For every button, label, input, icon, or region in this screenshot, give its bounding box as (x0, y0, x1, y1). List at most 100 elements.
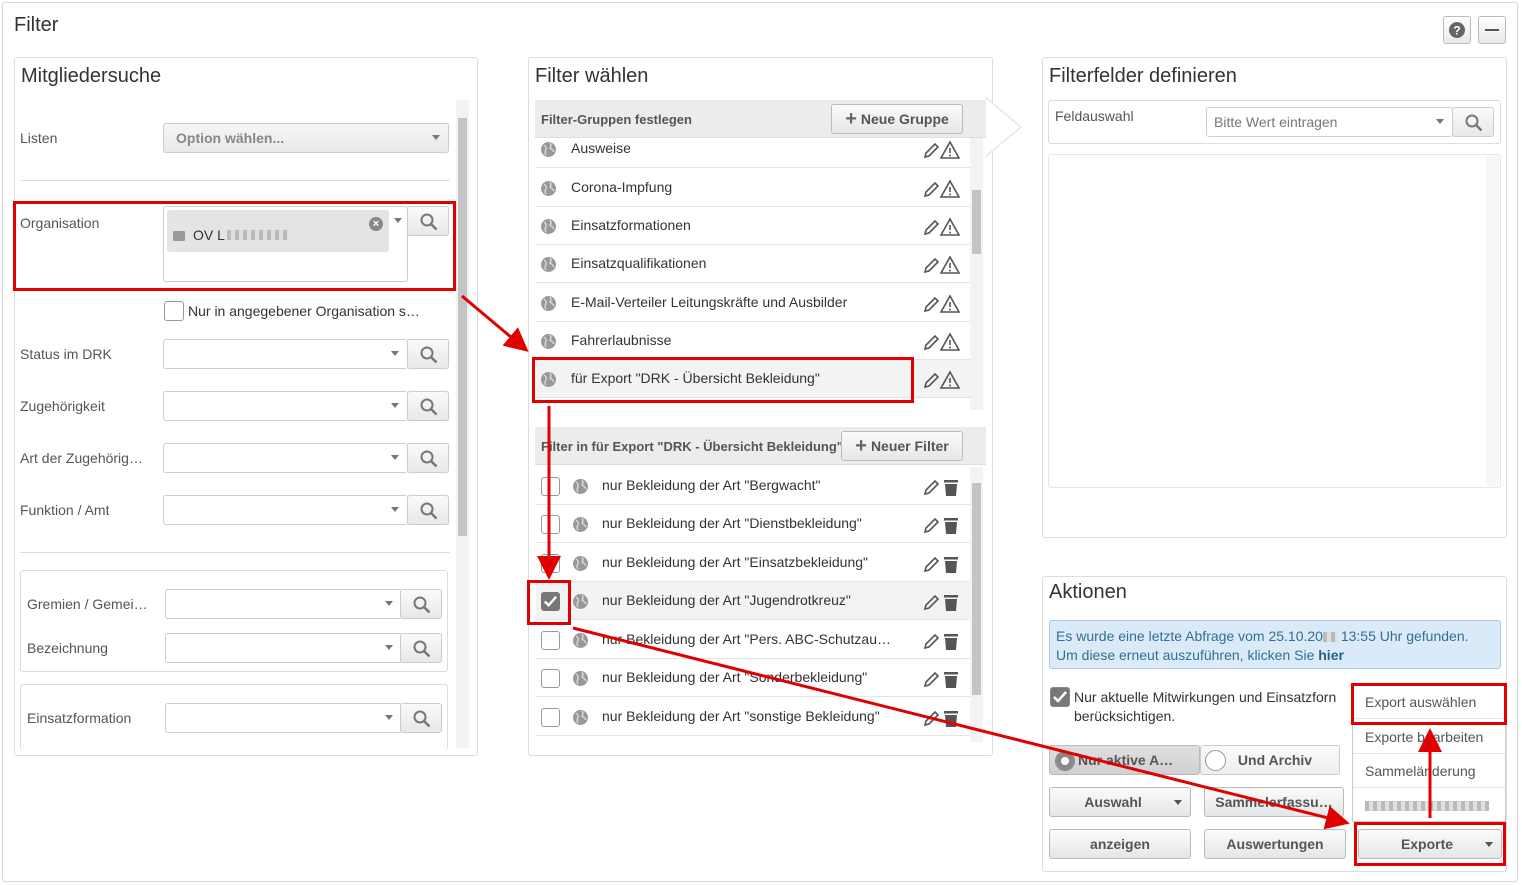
info-text: Es wurde eine letzte Abfrage vom 25.10.2… (1056, 628, 1323, 644)
filter-label: nur Bekleidung der Art "Dienstbekleidung… (602, 515, 862, 531)
auswahl-label: Auswahl (1084, 794, 1142, 810)
filter-item[interactable]: nur Bekleidung der Art "sonstige Bekleid… (536, 698, 970, 736)
filter-group-item[interactable]: Einsatzformationen (536, 207, 970, 245)
chevron-down-icon (391, 507, 399, 512)
feldauswahl-select[interactable]: Bitte Wert eintragen (1206, 107, 1453, 137)
anzeigen-button[interactable]: anzeigen (1049, 829, 1191, 859)
filter-group-label: Ausweise (571, 140, 631, 156)
new-filter-button[interactable]: + Neuer Filter (841, 431, 963, 461)
gremien-label: Gremien / Gemei… (27, 596, 148, 612)
globe-icon (540, 256, 557, 276)
filter-label: nur Bekleidung der Art "Jugendrotkreuz" (602, 592, 851, 608)
search-icon (420, 502, 438, 520)
minimize-icon (1485, 29, 1499, 31)
filter-group-item[interactable]: Fahrerlaubnisse (536, 322, 970, 360)
groups-scrollbar[interactable] (970, 138, 983, 410)
feldauswahl-search-button[interactable] (1452, 107, 1494, 137)
sammelerfassung-button[interactable]: Sammelerfassu… (1204, 787, 1344, 817)
filter-group-item[interactable]: Corona-Impfung (536, 169, 970, 207)
edit-delete-icons[interactable] (922, 515, 960, 538)
chevron-down-icon (1174, 800, 1182, 805)
globe-icon (572, 670, 589, 690)
edit-delete-icons[interactable] (922, 592, 960, 615)
new-group-button[interactable]: + Neue Gruppe (831, 104, 963, 134)
funktion-label: Funktion / Amt (20, 502, 110, 518)
redacted-text (1322, 632, 1337, 643)
filters-scrollbar[interactable] (970, 467, 983, 742)
filter-checkbox[interactable] (541, 669, 560, 688)
groups-header-label: Filter-Gruppen festlegen (541, 112, 692, 127)
filter-item[interactable]: nur Bekleidung der Art "Einsatzbekleidun… (536, 544, 970, 582)
filter-group-item[interactable]: E-Mail-Verteiler Leitungskräfte und Ausb… (536, 284, 970, 322)
window-title: Filter (14, 14, 59, 36)
bezeichnung-search-button[interactable] (400, 633, 442, 663)
radio-archiv[interactable]: Und Archiv (1200, 745, 1340, 775)
auswahl-button[interactable]: Auswahl (1049, 787, 1191, 817)
help-button[interactable]: ? (1443, 16, 1471, 44)
edit-warning-icons[interactable] (922, 179, 961, 202)
edit-warning-icons[interactable] (922, 140, 961, 163)
highlight-export-auswaehlen (1351, 683, 1507, 725)
radio-aktive[interactable]: Nur aktive A… (1049, 745, 1200, 775)
minimize-button[interactable] (1478, 16, 1506, 44)
menu-redacted-item[interactable] (1353, 788, 1505, 822)
plus-icon: + (855, 435, 867, 457)
info-link[interactable]: hier (1318, 647, 1344, 663)
filter-item[interactable]: nur Bekleidung der Art "Dienstbekleidung… (536, 505, 970, 543)
menu-sammelaenderung[interactable]: Sammeländerung (1353, 754, 1505, 788)
checkmark-icon (1053, 691, 1067, 703)
filters-scroll-thumb[interactable] (972, 483, 981, 695)
sammelerfassung-label: Sammelerfassu… (1215, 794, 1333, 810)
filter-group-label: Corona-Impfung (571, 179, 673, 195)
filter-label: nur Bekleidung der Art "sonstige Bekleid… (602, 708, 880, 724)
menu-exporte-bearbeiten[interactable]: Exporte bearbeiten (1353, 720, 1505, 754)
filter-waehlen-title: Filter wählen (535, 65, 649, 87)
filter-group-item[interactable]: Einsatzqualifikationen (536, 245, 970, 283)
gremien-select[interactable] (165, 589, 402, 619)
art-select[interactable] (163, 443, 408, 473)
chevron-down-icon (385, 645, 393, 650)
filter-item[interactable]: nur Bekleidung der Art "Bergwacht" (536, 467, 970, 505)
edit-delete-icons[interactable] (922, 708, 960, 731)
bezeichnung-select[interactable] (165, 633, 402, 663)
globe-icon (572, 632, 589, 652)
edit-warning-icons[interactable] (922, 217, 961, 240)
chevron-down-icon (391, 455, 399, 460)
groups-scroll-thumb[interactable] (972, 190, 981, 254)
funktion-select[interactable] (163, 495, 408, 525)
edit-warning-icons[interactable] (922, 255, 961, 278)
edit-delete-icons[interactable] (922, 554, 960, 577)
radio-selected-icon (1055, 751, 1075, 771)
edit-warning-icons[interactable] (922, 294, 961, 317)
funktion-search-button[interactable] (407, 495, 449, 525)
filter-group-label: Einsatzqualifikationen (571, 255, 707, 271)
filter-checkbox[interactable] (541, 515, 560, 534)
edit-warning-icons[interactable] (922, 370, 961, 393)
aktuelle-mitwirkungen-checkbox[interactable] (1050, 687, 1070, 707)
art-search-button[interactable] (407, 443, 449, 473)
filter-checkbox[interactable] (541, 708, 560, 727)
einsatzformation-select[interactable] (165, 703, 402, 733)
filter-checkbox[interactable] (541, 631, 560, 650)
filter-item[interactable]: nur Bekleidung der Art "Sonderbekleidung… (536, 659, 970, 697)
filterfelder-title: Filterfelder definieren (1049, 65, 1237, 87)
search-icon (420, 450, 438, 468)
filter-item[interactable]: nur Bekleidung der Art "Jugendrotkreuz" (536, 582, 970, 620)
filter-checkbox[interactable] (541, 477, 560, 496)
feldauswahl-label: Feldauswahl (1055, 108, 1134, 124)
anzeigen-label: anzeigen (1090, 836, 1150, 852)
edit-delete-icons[interactable] (922, 631, 960, 654)
einsatzformation-search-button[interactable] (400, 703, 442, 733)
globe-icon (572, 555, 589, 575)
auswertungen-button[interactable]: Auswertungen (1204, 829, 1346, 859)
gremien-search-button[interactable] (400, 589, 442, 619)
art-label: Art der Zugehörig… (20, 450, 143, 466)
edit-delete-icons[interactable] (922, 669, 960, 692)
aktionen-title: Aktionen (1049, 581, 1127, 603)
edit-warning-icons[interactable] (922, 332, 961, 355)
edit-delete-icons[interactable] (922, 477, 960, 500)
filterfelder-scrollbar[interactable] (1486, 156, 1499, 486)
filter-checkbox[interactable] (541, 554, 560, 573)
filter-item[interactable]: nur Bekleidung der Art "Pers. ABC-Schutz… (536, 621, 970, 659)
chevron-down-icon (1436, 119, 1444, 124)
